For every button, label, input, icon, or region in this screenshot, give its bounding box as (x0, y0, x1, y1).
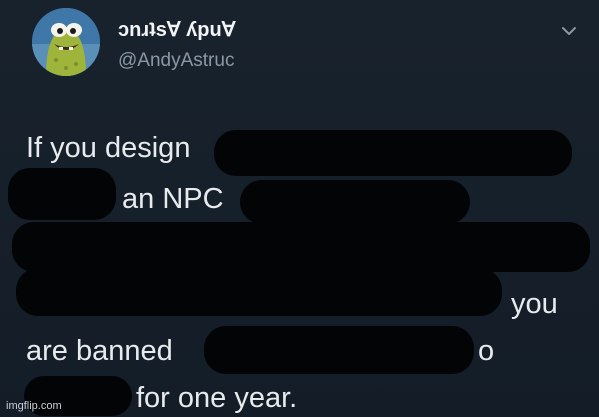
redaction-mark (240, 180, 470, 224)
tweet-text-line-2: an NPC (122, 183, 224, 215)
tweet-text-line-7: for one year. (136, 382, 298, 414)
user-handle[interactable]: @AndyAstruc (118, 50, 234, 72)
tweet-card: ɔnɹʇs∀ ʎpu∀ @AndyAstruc If you design an… (0, 0, 599, 417)
chevron-down-icon[interactable] (561, 24, 577, 36)
tweet-text-line-1: If you design (26, 132, 191, 164)
redaction-mark (12, 222, 590, 272)
tweet-text-line-6a: are banned (26, 335, 173, 367)
cartoon-fish-avatar-icon (32, 8, 100, 76)
tweet-text-line-6b: o (478, 335, 495, 367)
redaction-mark (204, 326, 474, 374)
redaction-mark (16, 268, 502, 316)
redaction-mark (8, 168, 116, 220)
redaction-mark (214, 130, 572, 176)
avatar[interactable] (32, 8, 100, 76)
watermark: imgflip.com (6, 400, 62, 412)
tweet-text-line-5: you (511, 288, 558, 320)
display-name[interactable]: ɔnɹʇs∀ ʎpu∀ (118, 17, 235, 42)
